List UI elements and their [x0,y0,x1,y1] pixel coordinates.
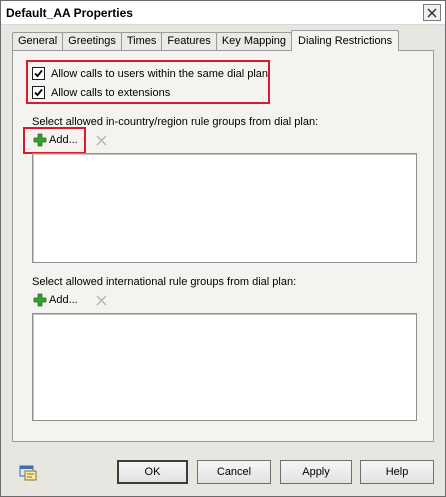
in-country-rule-groups-list[interactable] [32,153,417,263]
check-icon [34,88,43,97]
tab-panel-dialing-restrictions: Allow calls to users within the same dia… [12,50,434,442]
properties-icon [19,465,37,484]
in-country-add-button[interactable]: Add... [33,133,78,147]
international-add-label: Add... [49,294,78,306]
ok-button[interactable]: OK [117,460,188,484]
checkbox-label-extensions: Allow calls to extensions [51,86,171,99]
tab-features[interactable]: Features [161,32,217,51]
checkbox-label-same-dial-plan: Allow calls to users within the same dia… [51,67,269,80]
help-button[interactable]: Help [360,460,434,484]
plus-icon [33,293,47,307]
in-country-add-label: Add... [49,134,78,146]
international-add-button[interactable]: Add... [33,293,78,307]
properties-dialog: Default_AA Properties General Greetings … [0,0,446,497]
tab-strip: General Greetings Times Features Key Map… [12,30,400,51]
tab-key-mapping[interactable]: Key Mapping [215,32,293,51]
check-icon [34,69,43,78]
cancel-button[interactable]: Cancel [197,460,271,484]
checkbox-extensions[interactable] [32,86,45,99]
close-button[interactable] [423,4,441,21]
x-icon [96,135,107,146]
plus-icon [33,133,47,147]
international-label: Select allowed international rule groups… [32,276,297,288]
apply-button[interactable]: Apply [280,460,352,484]
x-icon [96,295,107,306]
tab-greetings[interactable]: Greetings [62,32,122,51]
tab-times[interactable]: Times [120,32,163,51]
close-icon [427,7,437,18]
tab-general[interactable]: General [12,32,64,51]
checkbox-same-dial-plan[interactable] [32,67,45,80]
title-bar: Default_AA Properties [1,1,445,25]
in-country-remove-button[interactable] [96,135,107,149]
international-rule-groups-list[interactable] [32,313,417,421]
international-remove-button[interactable] [96,295,107,309]
checkbox-row-same-dial-plan[interactable]: Allow calls to users within the same dia… [32,67,268,80]
window-title: Default_AA Properties [6,6,133,20]
tab-dialing-restrictions[interactable]: Dialing Restrictions [291,30,400,51]
checkbox-row-extensions[interactable]: Allow calls to extensions [32,86,170,99]
